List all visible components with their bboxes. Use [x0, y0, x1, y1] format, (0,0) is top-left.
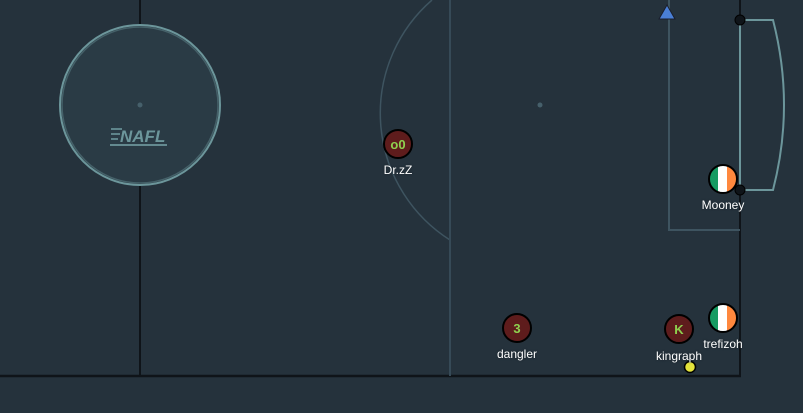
player-avatar: K [674, 322, 684, 337]
player-avatar: 2 [719, 172, 726, 187]
player-avatar: 1 [719, 311, 726, 326]
center-spot [537, 102, 543, 108]
ball[interactable] [683, 360, 697, 374]
player-disc[interactable]: 1 [708, 303, 738, 333]
goal-post-bottom [734, 184, 746, 196]
game-field: NAFL o0 3 K 2 1 [0, 0, 785, 378]
player-disc[interactable]: o0 [383, 129, 413, 159]
goal-post-top [734, 14, 746, 26]
player-avatar: o0 [390, 137, 405, 152]
goal-area-line [668, 0, 740, 231]
player-avatar: 3 [513, 321, 520, 336]
player-disc[interactable]: 3 [502, 313, 532, 343]
goal-net [740, 19, 785, 191]
blue-triangle-icon [658, 3, 676, 20]
player-disc[interactable]: 2 [708, 164, 738, 194]
kickoff-spot [137, 102, 143, 108]
player-disc[interactable]: K [664, 314, 694, 344]
center-arc [379, 0, 451, 241]
nafl-logo-text: NAFL [120, 127, 165, 146]
